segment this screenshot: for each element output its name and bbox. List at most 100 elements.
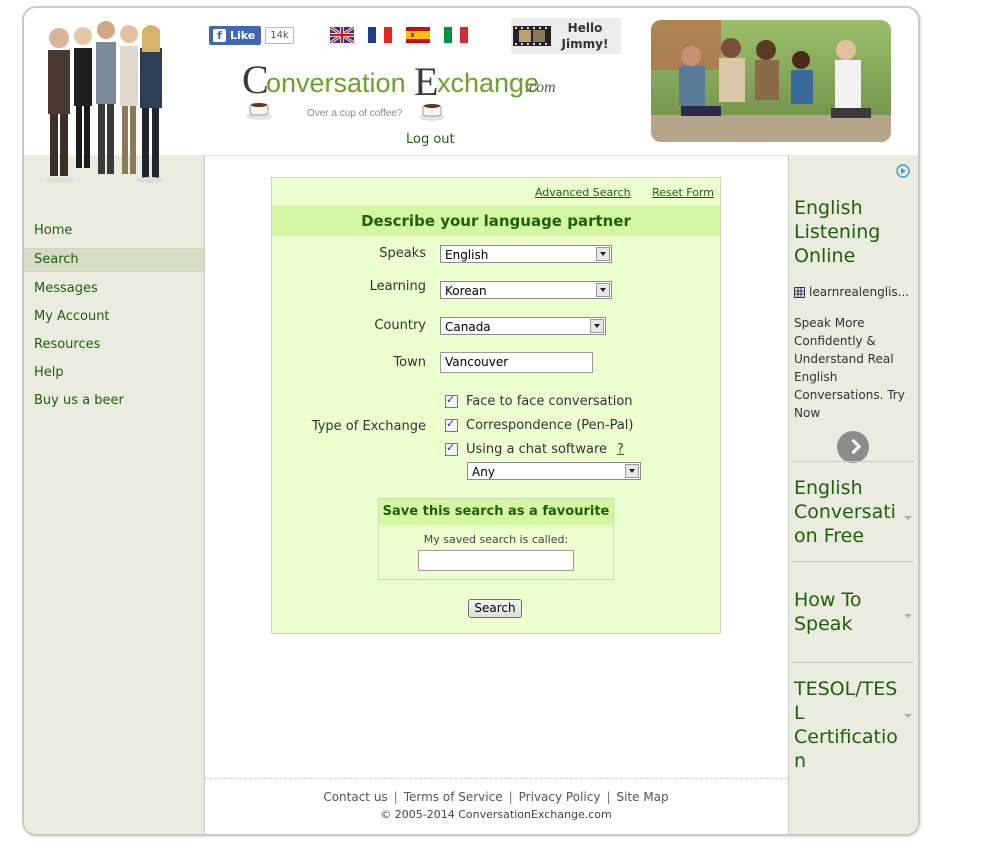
site-logo[interactable]: C onversation E xchange .com Over a cup … — [239, 57, 579, 130]
facebook-icon: f — [213, 29, 226, 42]
svg-text:C: C — [242, 60, 269, 102]
form-title: Describe your language partner — [272, 206, 720, 236]
checkbox-checked-icon[interactable] — [445, 441, 458, 456]
svg-text:xchange: xchange — [437, 68, 539, 98]
chat-help-link[interactable]: ? — [617, 442, 624, 457]
main-nav: Home Search Messages My Account Resource… — [24, 217, 204, 415]
greeting-name: Jimmy! — [561, 37, 609, 51]
footer-separator: | — [606, 790, 611, 804]
chevron-down-icon — [596, 283, 610, 297]
exchange-option-pen-pal[interactable]: Correspondence (Pen-Pal) — [445, 417, 634, 433]
town-label: Town — [393, 355, 426, 370]
favourite-title: Save this search as a favourite — [379, 499, 613, 525]
learning-value: Korean — [445, 284, 487, 298]
chevron-down-icon — [590, 319, 604, 333]
business-people-image — [46, 21, 164, 183]
header: f Like 14k Hello Jimmy! C onversation E … — [24, 8, 918, 183]
facebook-like-button[interactable]: f Like — [209, 26, 262, 45]
ad-main-url-text: learnrealenglis... — [809, 285, 910, 299]
footer-privacy-link[interactable]: Privacy Policy — [519, 790, 601, 804]
country-value: Canada — [445, 320, 491, 334]
ad-main-title[interactable]: English Listening Online — [794, 196, 914, 268]
nav-help[interactable]: Help — [24, 359, 204, 387]
nav-my-account[interactable]: My Account — [24, 303, 204, 331]
chevron-down-icon — [596, 247, 610, 261]
adchoices-icon[interactable] — [896, 164, 910, 178]
ad-main-body: Speak More Confidently & Understand Real… — [794, 316, 905, 420]
chat-software-select[interactable]: Any — [467, 462, 641, 480]
italy-flag-icon[interactable] — [444, 27, 468, 43]
reset-form-link[interactable]: Reset Form — [652, 186, 714, 199]
exchange-type-label: Type of Exchange — [311, 419, 426, 434]
exchange-option-label: Using a chat software — [466, 442, 608, 457]
exchange-option-face-to-face[interactable]: Face to face conversation — [445, 393, 633, 409]
save-favourite-box: Save this search as a favourite My saved… — [378, 498, 614, 580]
speaks-select[interactable]: English — [440, 245, 612, 263]
favourite-label: My saved search is called: — [423, 533, 569, 546]
ad-divider — [792, 461, 914, 462]
ad-divider — [792, 561, 914, 562]
footer-separator: | — [508, 790, 513, 804]
spain-flag-icon[interactable] — [406, 27, 430, 43]
logo-graphic: C onversation E xchange .com Over a cup … — [242, 57, 556, 121]
advanced-search-link[interactable]: Advanced Search — [535, 186, 631, 199]
footer-divider — [204, 778, 788, 779]
students-photo — [651, 20, 891, 142]
ad-link-how-to-speak[interactable]: How To Speak — [794, 588, 906, 636]
nav-buy-beer[interactable]: Buy us a beer — [24, 387, 204, 415]
favourite-name-input[interactable] — [418, 550, 574, 571]
caret-down-icon — [904, 714, 912, 718]
footer-contact-link[interactable]: Contact us — [323, 790, 387, 804]
search-button[interactable]: Search — [468, 599, 522, 618]
logout-link[interactable]: Log out — [406, 132, 455, 147]
page-frame: f Like 14k Hello Jimmy! C onversation E … — [22, 6, 920, 836]
chevron-down-icon — [625, 464, 639, 478]
speaks-label: Speaks — [379, 246, 426, 261]
caret-down-icon — [904, 614, 912, 618]
language-flags — [330, 27, 468, 43]
ad-divider — [792, 662, 914, 663]
facebook-like-count: 14k — [265, 27, 294, 44]
copyright: © 2005-2014 ConversationExchange.com — [380, 808, 612, 821]
form-top-links: Advanced Search Reset Form — [517, 186, 714, 199]
svg-text:onversation: onversation — [266, 68, 406, 98]
footer-links: Contact us | Terms of Service | Privacy Poli… — [204, 790, 788, 804]
town-input[interactable]: Vancouver — [440, 352, 593, 373]
ad-main-url[interactable]: learnrealenglis... — [794, 285, 912, 299]
learning-label: Learning — [369, 279, 426, 294]
ad-column-bottom — [788, 764, 918, 834]
country-label: Country — [374, 318, 426, 333]
nav-messages[interactable]: Messages — [24, 275, 204, 303]
next-arrow-icon[interactable] — [837, 431, 869, 463]
facebook-like-label: Like — [230, 29, 256, 42]
footer-separator: | — [393, 790, 398, 804]
film-strip-icon — [513, 26, 551, 46]
grid-icon — [794, 286, 805, 298]
svg-text:Over a cup of coffee?: Over a cup of coffee? — [307, 108, 403, 119]
ad-link-tesol[interactable]: TESOL/TESL Certification — [794, 677, 904, 773]
nav-home[interactable]: Home — [24, 217, 204, 245]
nav-resources[interactable]: Resources — [24, 331, 204, 359]
chat-software-value: Any — [472, 465, 495, 479]
user-greeting: Hello Jimmy! — [511, 18, 621, 54]
ad-link-conversation[interactable]: English Conversation Free — [794, 476, 906, 548]
france-flag-icon[interactable] — [368, 27, 392, 43]
checkbox-checked-icon[interactable] — [445, 393, 458, 408]
footer-sitemap-link[interactable]: Site Map — [616, 790, 668, 804]
footer-terms-link[interactable]: Terms of Service — [404, 790, 503, 804]
facebook-like-widget[interactable]: f Like 14k — [209, 25, 294, 46]
uk-flag-icon[interactable] — [330, 27, 354, 43]
country-select[interactable]: Canada — [440, 317, 606, 335]
speaks-value: English — [445, 248, 489, 262]
checkbox-checked-icon[interactable] — [445, 417, 458, 432]
exchange-option-label: Face to face conversation — [466, 394, 633, 409]
svg-text:E: E — [414, 60, 438, 104]
learning-select[interactable]: Korean — [440, 281, 612, 299]
greeting-line1: Hello — [567, 21, 603, 35]
nav-search[interactable]: Search — [24, 248, 204, 272]
search-form-panel: Advanced Search Reset Form Describe your… — [271, 177, 721, 634]
caret-down-icon — [904, 516, 912, 520]
exchange-option-chat[interactable]: Using a chat software ? — [445, 441, 624, 457]
exchange-option-label: Correspondence (Pen-Pal) — [466, 418, 634, 433]
svg-text:.com: .com — [525, 79, 556, 96]
